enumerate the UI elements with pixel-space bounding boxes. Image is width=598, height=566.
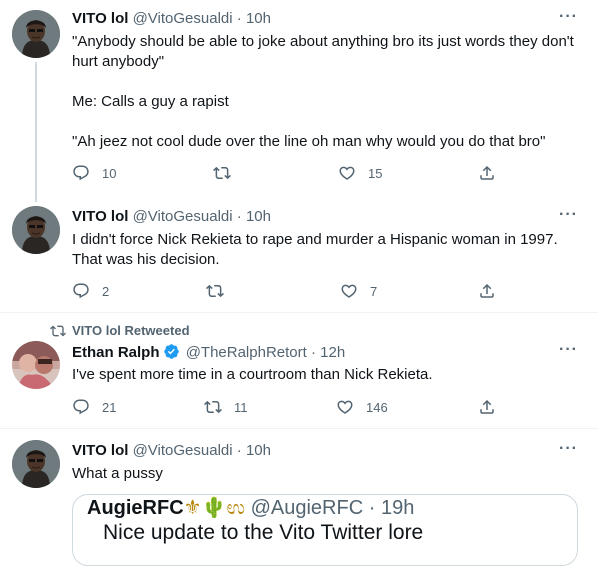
- tweet-header: VITO lol @VitoGesualdi · 10h: [72, 442, 271, 459]
- tweet[interactable]: VITO lol Retweeted Ethan Ralph @TheRalph…: [0, 313, 598, 428]
- retweet-icon: [206, 282, 224, 300]
- tweet-text: What a pussy: [72, 465, 163, 482]
- heart-icon: [336, 398, 354, 416]
- retweet-icon: [204, 398, 222, 416]
- author-name[interactable]: Ethan Ralph: [72, 344, 160, 361]
- reply-count: 2: [102, 283, 110, 299]
- tweet[interactable]: VITO lol @VitoGesualdi · 10h ··· "Anybod…: [0, 0, 598, 202]
- retweet-button[interactable]: 11: [204, 398, 248, 416]
- like-button[interactable]: 15: [338, 164, 382, 182]
- share-button[interactable]: [478, 282, 496, 300]
- tweet-header: VITO lol @VitoGesualdi · 10h: [72, 208, 271, 225]
- avatar[interactable]: [12, 341, 60, 389]
- retweet-icon: [213, 164, 231, 182]
- share-icon: [478, 282, 496, 300]
- more-options-icon[interactable]: ···: [559, 8, 578, 26]
- author-name[interactable]: VITO lol: [72, 442, 128, 459]
- avatar[interactable]: [12, 206, 60, 254]
- like-button[interactable]: 146: [336, 398, 388, 416]
- quoted-author-name: AugieRFC: [87, 497, 184, 519]
- separator: ·: [236, 442, 242, 459]
- quoted-tweet-header: AugieRFC⚜🌵ಉ @AugieRFC · 19h: [87, 495, 414, 520]
- tweet-actions: 2 7: [72, 282, 502, 302]
- timestamp[interactable]: 10h: [246, 10, 271, 27]
- quoted-tweet-text: Nice update to the Vito Twitter lore: [103, 521, 424, 544]
- separator: ·: [310, 344, 316, 361]
- thread-line: [35, 62, 37, 202]
- tweet[interactable]: VITO lol @VitoGesualdi · 10h ··· I didn'…: [0, 196, 598, 312]
- reply-button[interactable]: 2: [72, 282, 109, 300]
- retweeted-by: VITO lol Retweeted: [72, 323, 190, 338]
- author-handle[interactable]: @TheRalphRetort: [186, 344, 307, 361]
- avatar[interactable]: [12, 10, 60, 58]
- like-count: 146: [366, 399, 388, 415]
- reply-icon: [72, 164, 90, 182]
- retweet-button[interactable]: [206, 282, 236, 300]
- tweet-actions: 10 15: [72, 164, 502, 184]
- like-count: 15: [368, 165, 383, 181]
- tweet-actions: 21 11 146: [72, 398, 502, 418]
- heart-icon: [340, 282, 358, 300]
- author-name[interactable]: VITO lol: [72, 10, 128, 27]
- share-button[interactable]: [478, 164, 496, 182]
- more-options-icon[interactable]: ···: [559, 341, 578, 359]
- author-handle[interactable]: @VitoGesualdi: [133, 10, 233, 27]
- timestamp[interactable]: 12h: [320, 344, 345, 361]
- tweet-text: "Anybody should be able to joke about an…: [72, 33, 574, 150]
- avatar[interactable]: [12, 440, 60, 488]
- retweet-count: 11: [234, 399, 248, 415]
- tweet-text: I didn't force Nick Rekieta to rape and …: [72, 231, 558, 268]
- author-handle[interactable]: @VitoGesualdi: [133, 208, 233, 225]
- quoted-author-emoji: ⚜🌵ಉ: [183, 497, 246, 519]
- timestamp[interactable]: 10h: [246, 208, 271, 225]
- share-icon: [478, 398, 496, 416]
- share-icon: [478, 164, 496, 182]
- separator: ·: [236, 208, 242, 225]
- tweet-header: Ethan Ralph @TheRalphRetort · 12h: [72, 343, 345, 361]
- share-button[interactable]: [478, 398, 496, 416]
- reply-count: 21: [102, 399, 117, 415]
- retweet-context[interactable]: VITO lol Retweeted: [72, 323, 190, 338]
- like-button[interactable]: 7: [340, 282, 377, 300]
- quoted-tweet[interactable]: AugieRFC⚜🌵ಉ @AugieRFC · 19h Nice update …: [72, 494, 578, 566]
- tweet-text: I've spent more time in a courtroom than…: [72, 366, 433, 383]
- reply-button[interactable]: 10: [72, 164, 116, 182]
- author-name[interactable]: VITO lol: [72, 208, 128, 225]
- quoted-timestamp: 19h: [380, 497, 415, 519]
- reply-icon: [72, 282, 90, 300]
- heart-icon: [338, 164, 356, 182]
- verified-badge-icon: [163, 343, 180, 360]
- reply-button[interactable]: 21: [72, 398, 116, 416]
- reply-icon: [72, 398, 90, 416]
- tweet-header: VITO lol @VitoGesualdi · 10h: [72, 10, 271, 27]
- reply-count: 10: [102, 165, 117, 181]
- separator: ·: [236, 10, 242, 27]
- more-options-icon[interactable]: ···: [559, 206, 578, 224]
- more-options-icon[interactable]: ···: [559, 440, 578, 458]
- separator: ·: [368, 497, 376, 519]
- retweet-icon: [50, 323, 66, 339]
- timestamp[interactable]: 10h: [246, 442, 271, 459]
- quoted-author-handle: @AugieRFC: [250, 497, 364, 519]
- author-handle[interactable]: @VitoGesualdi: [133, 442, 233, 459]
- like-count: 7: [370, 283, 378, 299]
- retweet-button[interactable]: [213, 164, 243, 182]
